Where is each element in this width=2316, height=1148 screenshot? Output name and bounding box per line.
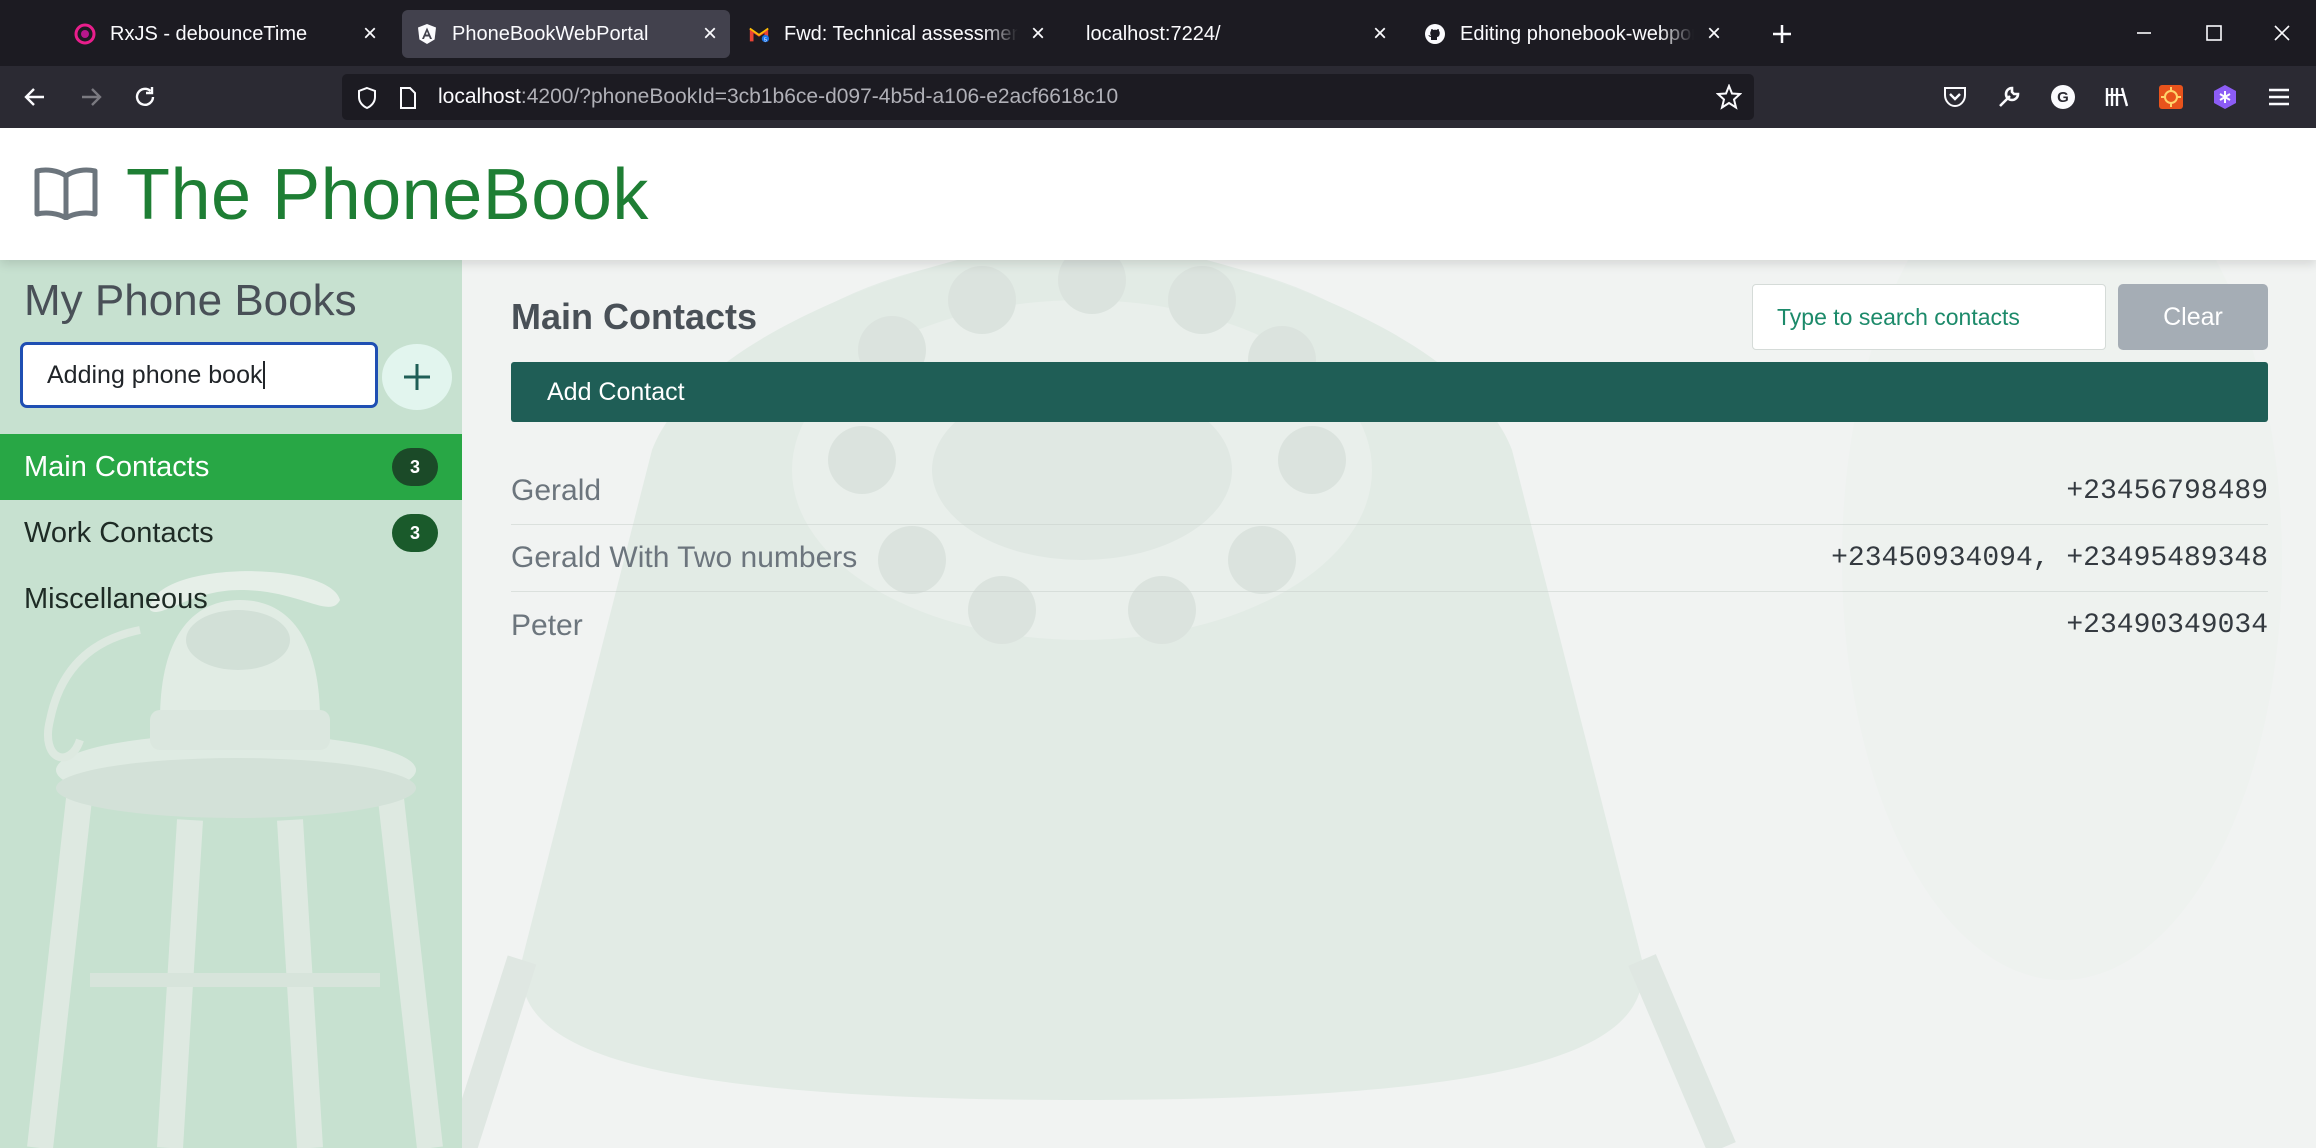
bookmark-star-icon[interactable] [1715,83,1743,115]
tab-title: Fwd: Technical assessment Gerald [784,22,1018,45]
new-tab-button[interactable] [1762,14,1802,54]
grammarly-icon[interactable]: G [2046,80,2080,114]
app-header: The PhoneBook [0,128,2316,260]
pocket-icon[interactable] [1938,80,1972,114]
new-phone-book-value: Adding phone book [47,360,263,389]
contact-count-badge: 3 [392,448,438,486]
tab-title: RxJS - debounceTime [110,22,308,45]
url-host: localhost [438,85,521,108]
open-book-icon [34,167,98,220]
arrow-left-icon [24,88,44,106]
sidebar-title: My Phone Books [24,276,357,325]
hamburger-menu-icon[interactable] [2262,80,2296,114]
contact-phone: +23456798489 [2066,475,2268,507]
phone-book-title: Main Contacts [511,296,758,337]
contact-name: Gerald With Two numbers [511,541,858,574]
phone-book-item-work-contacts[interactable]: Work Contacts 3 [0,500,462,566]
phone-book-list: Main Contacts 3 Work Contacts 3 Miscella… [0,434,462,632]
url-text[interactable]: localhost:4200/?phoneBookId=3cb1b6ce-d09… [438,85,1118,109]
gmail-icon: 5 [748,23,770,45]
phone-book-item-miscellaneous[interactable]: Miscellaneous [0,566,462,632]
contact-search-input[interactable]: Type to search contacts [1752,284,2106,350]
close-icon[interactable]: × [696,20,724,48]
browser-tab-phonebook[interactable]: PhoneBookWebPortal × [402,10,730,58]
browser-tab-rxjs[interactable]: RxJS - debounceTime × [60,10,390,58]
browser-tab-gmail[interactable]: 5 Fwd: Technical assessment Gerald × [740,10,1058,58]
tab-title: localhost:7224/ [1086,22,1221,45]
contact-phone: +23490349034 [2066,610,2268,641]
browser-tab-github[interactable]: Editing phonebook-webportal/README.md × [1414,10,1734,58]
back-button[interactable] [14,76,56,118]
contact-count-badge: 3 [392,514,438,552]
forward-button[interactable] [70,76,112,118]
browser-nav-bar: localhost:4200/?phoneBookId=3cb1b6ce-d09… [0,66,2316,128]
close-icon[interactable]: × [1700,20,1728,48]
browser-tab-localhost[interactable]: localhost:7224/ × [1074,10,1400,58]
add-contact-button[interactable]: Add Contact [511,362,2268,422]
shield-icon[interactable] [356,86,378,115]
close-icon[interactable]: × [1024,20,1052,48]
url-path: :4200/?phoneBookId=3cb1b6ce-d097-4b5d-a1… [520,85,1119,108]
address-bar[interactable]: localhost:4200/?phoneBookId=3cb1b6ce-d09… [342,74,1754,120]
close-window-button[interactable] [2258,10,2306,56]
close-icon [2274,25,2290,41]
svg-text:G: G [2057,89,2069,106]
search-placeholder: Type to search contacts [1777,303,2020,330]
github-icon [1424,23,1446,45]
rxjs-icon [74,23,96,45]
reload-icon [135,87,155,106]
minimize-icon [2137,32,2151,34]
library-icon[interactable] [2100,80,2134,114]
contact-name: Peter [511,608,583,642]
close-icon[interactable]: × [356,20,384,48]
plus-icon [1773,25,1791,43]
contact-row[interactable]: Peter +23490349034 [511,592,2268,659]
plus-icon [404,364,430,390]
web-page: The PhoneBook My Phone Books Adding phon… [0,128,2316,1148]
tab-title: PhoneBookWebPortal [452,22,649,45]
new-phone-book-input[interactable]: Adding phone book [20,342,378,408]
wrench-icon[interactable] [1992,80,2026,114]
contact-name: Gerald [511,474,602,507]
extension-orange-icon[interactable] [2154,80,2188,114]
maximize-button[interactable] [2190,10,2238,56]
sidebar: My Phone Books Adding phone book Main Co… [0,260,462,1148]
contact-row[interactable]: Gerald +23456798489 [511,458,2268,525]
page-icon[interactable] [398,86,418,115]
browser-tab-strip: RxJS - debounceTime × PhoneBookWebPortal… [0,0,2316,66]
arrow-right-icon [82,88,102,106]
clear-search-button[interactable]: Clear [2118,284,2268,350]
minimize-button[interactable] [2120,10,2168,56]
phone-book-name: Miscellaneous [24,582,208,615]
text-cursor [263,361,266,389]
contact-list: Gerald +23456798489 Gerald With Two numb… [511,458,2268,659]
extension-purple-icon[interactable] [2208,80,2242,114]
main-content: Main Contacts Type to search contacts Cl… [462,260,2316,1148]
tab-title: Editing phonebook-webportal/README.md [1460,22,1694,45]
add-phone-book-button[interactable] [382,344,452,410]
contact-phone: +23450934094, +23495489348 [1831,542,2268,574]
contact-row[interactable]: Gerald With Two numbers +23450934094, +2… [511,525,2268,592]
phone-book-name: Work Contacts [24,516,214,549]
angular-icon [416,23,438,45]
reload-button[interactable] [124,76,166,118]
phone-book-item-main-contacts[interactable]: Main Contacts 3 [0,434,462,500]
svg-text:5: 5 [764,37,767,43]
app-title: The PhoneBook [126,155,649,235]
close-icon[interactable]: × [1366,20,1394,48]
phone-book-name: Main Contacts [24,450,210,483]
maximize-icon [2206,25,2222,41]
